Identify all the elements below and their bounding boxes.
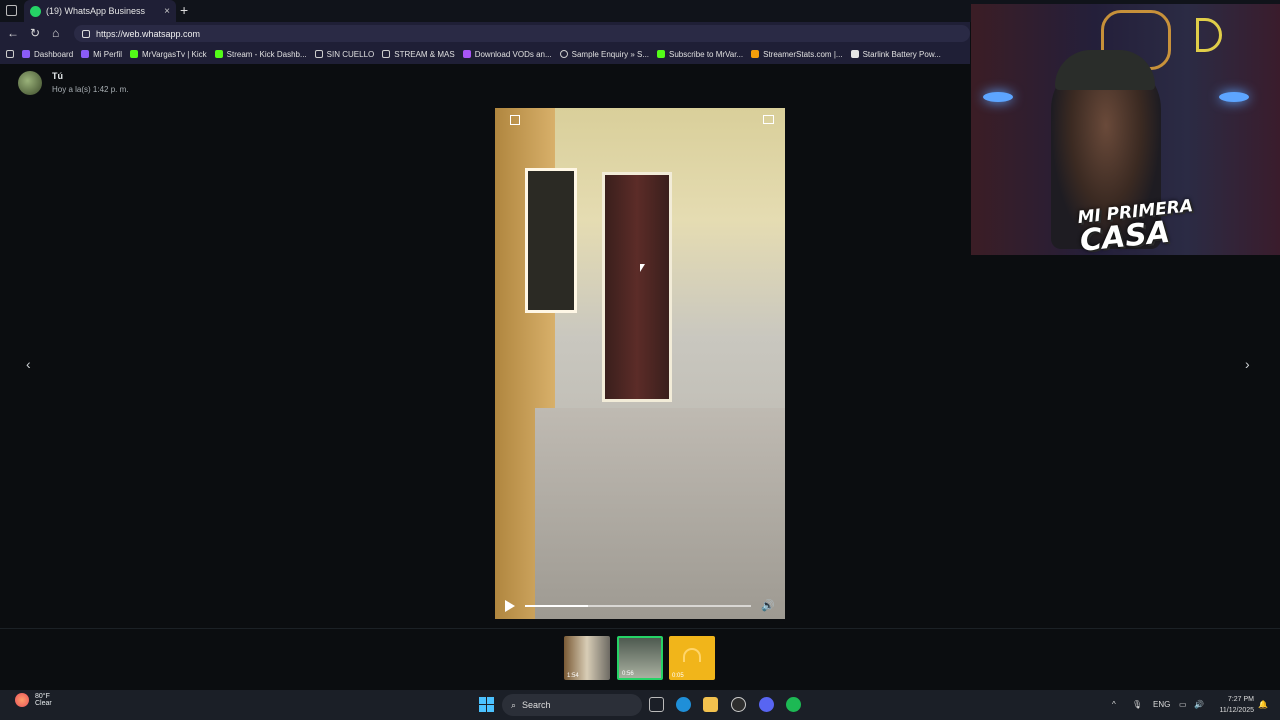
- refresh-icon[interactable]: ↻: [30, 26, 40, 40]
- banana-neon-decoration: [1196, 18, 1222, 52]
- back-icon[interactable]: ←: [7, 26, 19, 40]
- spotify-icon[interactable]: [786, 697, 801, 712]
- bookmark-folder[interactable]: SIN CUELLO: [314, 50, 374, 59]
- thumbnail-duration: 1:54: [567, 673, 579, 679]
- microphone-icon[interactable]: 🎙: [1132, 700, 1142, 709]
- bookmarks-bar: Dashboard Mi Perfil MrVargasTv | Kick St…: [0, 44, 970, 64]
- bookmark-icon: [850, 50, 859, 58]
- taskbar-search[interactable]: ⌕ Search: [502, 694, 642, 716]
- sender-name: Tú: [52, 71, 63, 81]
- screen: (19) WhatsApp Business × + ← ↻ ⌂ https:/…: [0, 0, 1280, 720]
- volume-tray-icon[interactable]: 🔊: [1194, 700, 1204, 709]
- mouse-cursor: [640, 264, 645, 272]
- globe-icon: [559, 50, 568, 58]
- video-frame-door: [602, 172, 672, 402]
- app-icon[interactable]: [731, 697, 746, 712]
- tab-title: (19) WhatsApp Business: [46, 6, 146, 16]
- video-controls: 🔊: [495, 592, 785, 619]
- taskbar-clock[interactable]: 7:27 PM 11/12/2025: [1214, 694, 1254, 716]
- seek-bar-fill: [525, 604, 589, 607]
- notification-icon[interactable]: 🔔: [1258, 700, 1268, 709]
- url-field[interactable]: https://web.whatsapp.com: [74, 25, 970, 42]
- weather-widget[interactable]: 80°F Clear: [15, 693, 52, 707]
- bookmark-item[interactable]: Sample Enquiry » S...: [559, 50, 649, 59]
- windows-start-icon[interactable]: [479, 697, 494, 712]
- discord-icon[interactable]: [759, 697, 774, 712]
- kick-icon: [214, 50, 223, 58]
- tab-actions-icon[interactable]: [6, 5, 17, 16]
- bookmark-icon: [462, 50, 471, 58]
- bookmark-icon: [81, 50, 90, 58]
- seek-bar[interactable]: [525, 604, 752, 607]
- url-text: https://web.whatsapp.com: [96, 28, 201, 39]
- bookmark-item[interactable]: Subscribe to MrVar...: [657, 50, 743, 59]
- edge-icon[interactable]: [676, 697, 691, 712]
- sent-timestamp: Hoy a la(s) 1:42 p. m.: [52, 85, 129, 94]
- thumbnail-duration: 0:05: [672, 673, 684, 679]
- bookmark-item[interactable]: MrVargasTv | Kick: [130, 50, 207, 59]
- bookmark-folder[interactable]: STREAM & MAS: [382, 50, 455, 59]
- search-label: Search: [522, 700, 551, 710]
- previous-media-button[interactable]: ‹: [26, 356, 31, 372]
- folder-icon: [382, 50, 391, 58]
- language-indicator[interactable]: ENG: [1153, 700, 1170, 709]
- bookmark-item[interactable]: Stream - Kick Dashb...: [214, 50, 307, 59]
- lamp-light: [1219, 92, 1249, 102]
- picture-in-picture-icon[interactable]: [763, 115, 774, 124]
- video-player[interactable]: [495, 108, 785, 619]
- clock-time: 7:27 PM: [1227, 696, 1254, 703]
- file-explorer-icon[interactable]: [703, 697, 718, 712]
- bookmark-item[interactable]: Mi Perfil: [81, 50, 122, 59]
- bookmark-item[interactable]: Download VODs an...: [462, 50, 552, 59]
- video-frame-floor: [535, 408, 785, 619]
- thumbnail-duration: 0:56: [622, 671, 634, 677]
- clock-date: 11/12/2025: [1219, 707, 1254, 714]
- lamp-light: [983, 92, 1013, 102]
- bookmark-icon: [22, 50, 30, 58]
- task-view-icon[interactable]: [649, 697, 664, 712]
- bookmark-item[interactable]: Starlink Battery Pow...: [850, 50, 941, 59]
- webcam-overlay: MI PRIMERA CASA: [971, 4, 1280, 255]
- kick-icon: [657, 50, 666, 58]
- thumbnail-divider: [0, 628, 1280, 629]
- media-thumbnail[interactable]: 0:05: [669, 636, 715, 680]
- bookmarks-toggle-icon[interactable]: [6, 50, 14, 58]
- new-tab-button[interactable]: +: [180, 2, 188, 18]
- address-bar: ← ↻ ⌂ https://web.whatsapp.com: [0, 22, 970, 44]
- lock-icon: [82, 29, 90, 38]
- streamer-cap: [1055, 50, 1155, 90]
- network-icon[interactable]: ▭: [1179, 700, 1187, 709]
- bookmark-item[interactable]: Dashboard: [22, 50, 73, 59]
- video-frame-window: [525, 168, 577, 313]
- media-thumbnail[interactable]: 1:54: [564, 636, 610, 680]
- play-icon[interactable]: [505, 599, 515, 612]
- volume-icon[interactable]: 🔊: [761, 599, 775, 612]
- tab-whatsapp[interactable]: (19) WhatsApp Business ×: [24, 0, 176, 22]
- whatsapp-icon: [30, 5, 41, 17]
- kick-icon: [130, 50, 139, 58]
- chevron-up-icon[interactable]: ^: [1112, 700, 1116, 709]
- weather-icon: [15, 693, 29, 707]
- tab-close-button[interactable]: ×: [164, 6, 170, 17]
- folder-icon: [314, 50, 323, 58]
- headphones-icon: [683, 648, 701, 662]
- temperature: 80°F: [35, 693, 50, 700]
- chart-icon: [751, 50, 760, 58]
- next-media-button[interactable]: ›: [1245, 356, 1250, 372]
- bookmark-item[interactable]: StreamerStats.com |...: [751, 50, 843, 59]
- overlay-title: MI PRIMERA CASA: [1077, 196, 1197, 255]
- media-thumbnail-selected[interactable]: 0:56: [617, 636, 663, 680]
- home-icon[interactable]: ⌂: [52, 26, 59, 40]
- search-icon: ⌕: [511, 699, 517, 710]
- weather-condition: Clear: [35, 700, 52, 707]
- fullscreen-icon[interactable]: [510, 115, 520, 125]
- avatar[interactable]: [18, 71, 42, 95]
